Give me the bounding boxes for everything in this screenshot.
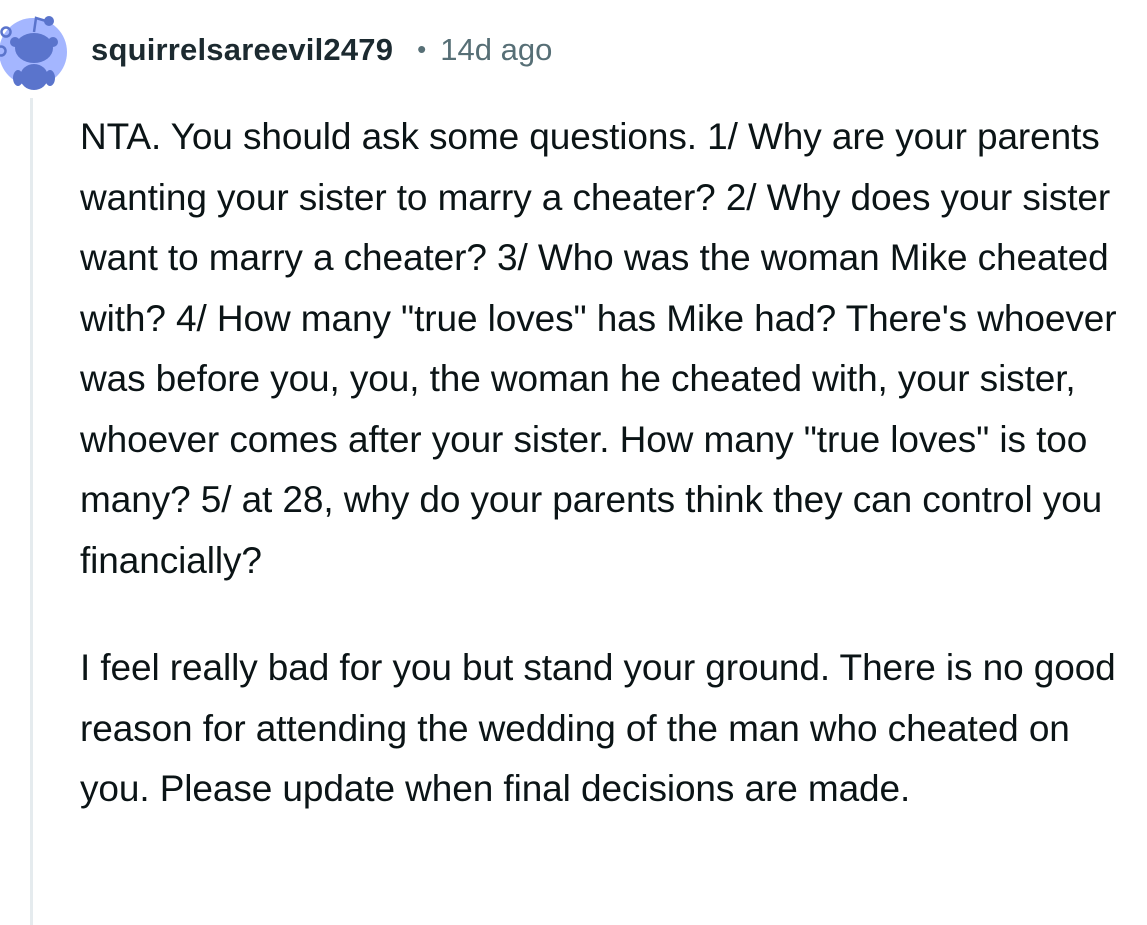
username-link[interactable]: squirrelsareevil2479 bbox=[91, 32, 393, 68]
snoo-avatar-icon bbox=[0, 16, 67, 90]
comment-header: squirrelsareevil2479 • 14d ago bbox=[91, 28, 552, 72]
thread-line[interactable] bbox=[30, 98, 33, 925]
comment-paragraph: NTA. You should ask some questions. 1/ W… bbox=[80, 116, 1117, 581]
avatar[interactable] bbox=[0, 2, 68, 98]
comment-body: NTA. You should ask some questions. 1/ W… bbox=[80, 107, 1140, 820]
comment-paragraph: I feel really bad for you but stand your… bbox=[80, 647, 1116, 809]
meta-separator: • bbox=[417, 33, 427, 64]
timestamp[interactable]: 14d ago bbox=[440, 32, 552, 68]
